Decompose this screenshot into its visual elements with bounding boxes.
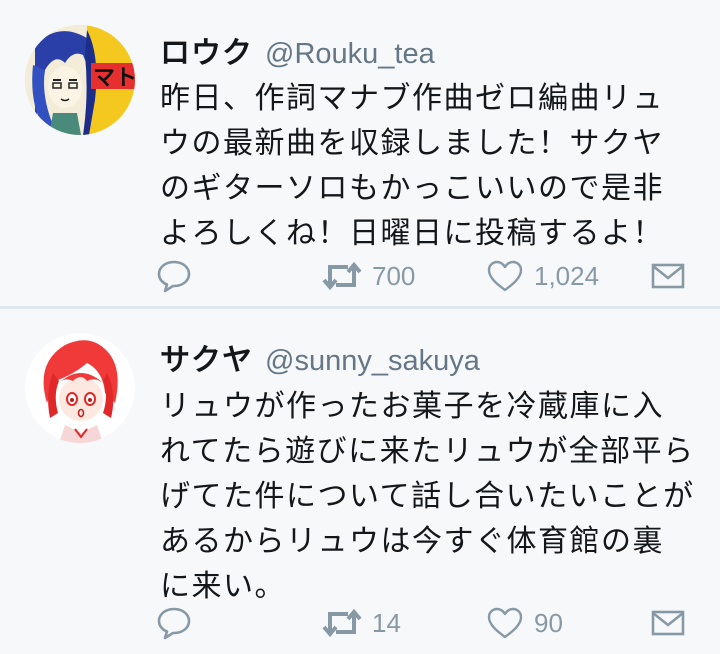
envelope-icon xyxy=(651,263,685,289)
reply-button[interactable] xyxy=(156,256,192,296)
direct-message-button[interactable] xyxy=(651,256,685,296)
like-count: 90 xyxy=(534,607,563,638)
tweet-header: ロウク @Rouku_tea xyxy=(160,28,435,72)
display-name[interactable]: ロウク xyxy=(160,36,253,71)
envelope-icon xyxy=(651,610,685,636)
direct-message-button[interactable] xyxy=(651,603,685,643)
reply-button[interactable] xyxy=(156,603,192,643)
avatar[interactable]: マト xyxy=(25,25,135,135)
avatar-sakuya-icon xyxy=(25,333,135,443)
avatar-rouku-icon: マト xyxy=(25,25,135,135)
display-name[interactable]: サクヤ xyxy=(160,343,253,378)
svg-text:マト: マト xyxy=(93,66,135,91)
tweet[interactable]: マト ロウク @Rouku_tea 昨日、作詞マナブ作曲ゼロ編曲リュウの最新曲を収… xyxy=(0,0,720,306)
retweet-count: 14 xyxy=(372,607,401,638)
retweet-icon xyxy=(322,261,362,291)
avatar[interactable] xyxy=(25,333,135,443)
user-handle[interactable]: @sunny_sakuya xyxy=(265,345,480,377)
tweet-actions: 700 1,024 xyxy=(0,256,720,296)
retweet-button[interactable]: 14 xyxy=(322,603,401,643)
like-count: 1,024 xyxy=(534,260,600,291)
retweet-icon xyxy=(322,608,362,638)
heart-icon xyxy=(487,260,523,292)
retweet-count: 700 xyxy=(372,260,416,291)
reply-icon xyxy=(157,607,191,640)
user-handle[interactable]: @Rouku_tea xyxy=(265,38,435,70)
tweet[interactable]: サクヤ @sunny_sakuya リュウが作ったお菓子を冷蔵庫に入れてたら遊びに… xyxy=(0,309,720,654)
like-button[interactable]: 90 xyxy=(486,603,563,643)
timeline: マト ロウク @Rouku_tea 昨日、作詞マナブ作曲ゼロ編曲リュウの最新曲を収… xyxy=(0,0,720,654)
tweet-text: 昨日、作詞マナブ作曲ゼロ編曲リュウの最新曲を収録しました！サクヤのギターソロもか… xyxy=(160,81,664,251)
tweet-header: サクヤ @sunny_sakuya xyxy=(160,335,480,379)
retweet-button[interactable]: 700 xyxy=(322,256,415,296)
heart-icon xyxy=(487,607,523,639)
like-button[interactable]: 1,024 xyxy=(486,256,599,296)
tweet-actions: 14 90 xyxy=(0,603,720,643)
tweet-text: リュウが作ったお菓子を冷蔵庫に入れてたら遊びに来たリュウが全部平らげてた件につい… xyxy=(160,389,695,604)
reply-icon xyxy=(157,260,191,293)
